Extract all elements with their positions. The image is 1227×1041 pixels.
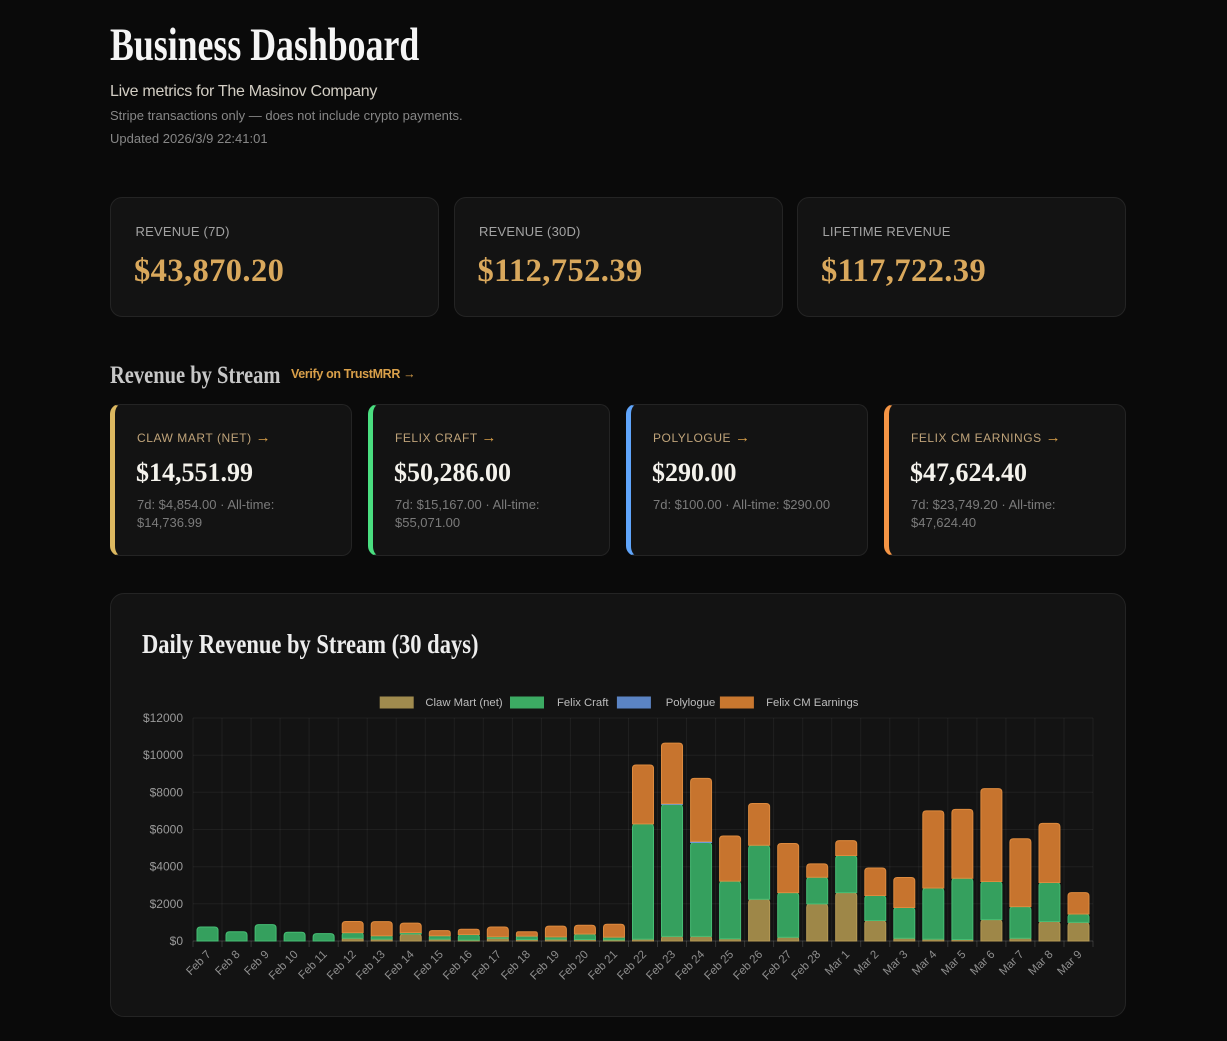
- svg-text:Feb 15: Feb 15: [412, 949, 446, 983]
- svg-text:Mar 7: Mar 7: [997, 949, 1026, 978]
- svg-text:Feb 28: Feb 28: [790, 949, 824, 983]
- svg-text:Feb 8: Feb 8: [213, 949, 242, 978]
- svg-text:Feb 22: Feb 22: [615, 949, 649, 983]
- svg-text:Feb 14: Feb 14: [383, 948, 417, 982]
- svg-text:$12000: $12000: [143, 711, 183, 725]
- svg-text:Claw Mart (net): Claw Mart (net): [425, 697, 502, 709]
- svg-text:$0: $0: [170, 934, 184, 948]
- svg-text:Feb 20: Feb 20: [557, 949, 591, 983]
- svg-text:Mar 3: Mar 3: [881, 949, 910, 978]
- svg-text:Mar 2: Mar 2: [852, 949, 881, 978]
- svg-text:Feb 23: Feb 23: [644, 949, 678, 983]
- svg-text:Feb 10: Feb 10: [267, 949, 301, 983]
- svg-text:Feb 16: Feb 16: [441, 949, 475, 983]
- svg-text:Feb 18: Feb 18: [499, 949, 533, 983]
- svg-text:Feb 11: Feb 11: [297, 949, 330, 982]
- svg-text:$4000: $4000: [150, 860, 184, 874]
- svg-text:Feb 12: Feb 12: [325, 949, 359, 983]
- svg-text:Feb 19: Feb 19: [528, 949, 562, 983]
- svg-text:Mar 9: Mar 9: [1055, 949, 1084, 978]
- svg-text:Mar 8: Mar 8: [1026, 949, 1055, 978]
- svg-text:Feb 25: Feb 25: [702, 949, 736, 983]
- svg-text:Mar 4: Mar 4: [910, 948, 940, 978]
- svg-text:Mar 5: Mar 5: [939, 949, 968, 978]
- svg-text:Feb 24: Feb 24: [673, 948, 707, 982]
- svg-text:Feb 13: Feb 13: [354, 949, 388, 983]
- svg-text:Feb 7: Feb 7: [184, 949, 213, 978]
- svg-text:Feb 21: Feb 21: [586, 949, 620, 983]
- svg-text:Polylogue: Polylogue: [666, 697, 716, 709]
- svg-text:$8000: $8000: [150, 785, 184, 799]
- svg-text:Mar 1: Mar 1: [823, 949, 852, 978]
- svg-text:$10000: $10000: [143, 748, 183, 762]
- svg-text:Feb 17: Feb 17: [470, 949, 504, 983]
- svg-text:$6000: $6000: [150, 823, 184, 837]
- svg-text:Feb 27: Feb 27: [761, 949, 795, 983]
- svg-text:Felix Craft: Felix Craft: [557, 697, 609, 709]
- svg-text:$2000: $2000: [150, 897, 184, 911]
- svg-text:Feb 26: Feb 26: [731, 949, 765, 983]
- svg-text:Felix CM Earnings: Felix CM Earnings: [766, 697, 859, 709]
- svg-text:Mar 6: Mar 6: [968, 949, 997, 978]
